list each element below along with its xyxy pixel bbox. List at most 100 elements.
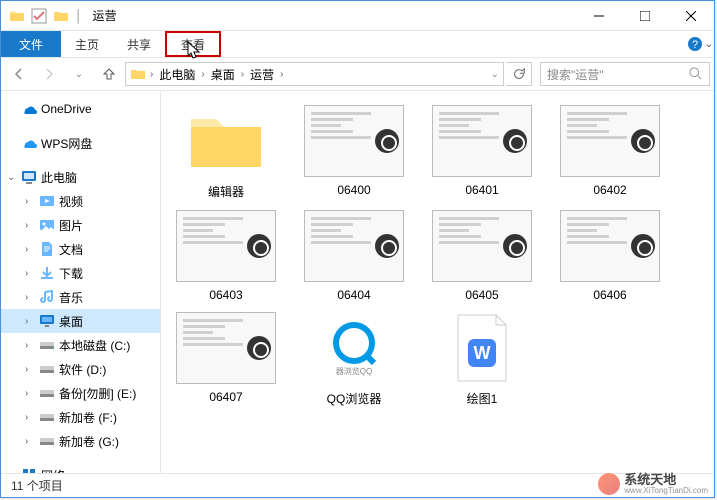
file-item[interactable]: 06402 — [555, 105, 665, 200]
expand-icon[interactable]: › — [25, 388, 35, 399]
breadcrumb-segment[interactable]: 此电脑 — [157, 66, 197, 83]
folder-small-icon — [53, 8, 69, 24]
tab-file[interactable]: 文件 — [1, 31, 61, 57]
navigation-pane[interactable]: OneDrive WPS网盘 ⌄ 此电脑 › 视频 › 图 — [1, 91, 161, 473]
expand-icon[interactable]: › — [7, 470, 17, 474]
app-item[interactable]: 器浏览QQ QQ浏览器 — [299, 312, 409, 407]
folder-icon — [186, 109, 266, 173]
file-item[interactable]: 06406 — [555, 210, 665, 302]
item-label: 06400 — [337, 183, 370, 197]
chevron-right-icon[interactable]: › — [146, 69, 157, 80]
item-label: 06407 — [209, 390, 242, 404]
video-thumbnail — [176, 312, 276, 384]
music-icon — [39, 289, 55, 305]
chevron-down-icon[interactable]: ⌄ — [705, 39, 713, 50]
sidebar-item-downloads[interactable]: › 下载 — [1, 261, 160, 285]
drive-icon — [39, 409, 55, 425]
svg-text:器浏览QQ: 器浏览QQ — [336, 366, 372, 376]
drive-icon — [39, 337, 55, 353]
expand-icon[interactable]: › — [25, 340, 35, 351]
expand-icon[interactable]: › — [25, 220, 35, 231]
play-icon — [247, 336, 271, 360]
tab-share[interactable]: 共享 — [113, 31, 165, 57]
sidebar-item-network[interactable]: › 网络 — [1, 463, 160, 473]
sidebar-label: 软件 (D:) — [59, 361, 106, 378]
expand-icon[interactable]: › — [25, 364, 35, 375]
file-view[interactable]: 编辑器 06400 06401 06402 06403 — [161, 91, 714, 473]
play-icon — [375, 129, 399, 153]
expand-icon[interactable]: › — [25, 268, 35, 279]
recent-button[interactable]: ⌄ — [65, 61, 93, 87]
dropdown-icon[interactable]: ⌄ — [491, 69, 499, 80]
play-icon — [631, 234, 655, 258]
sidebar-item-drive-c[interactable]: › 本地磁盘 (C:) — [1, 333, 160, 357]
expand-icon[interactable]: › — [25, 412, 35, 423]
doc-item[interactable]: W 绘图1 — [427, 312, 537, 407]
chevron-right-icon[interactable]: › — [197, 69, 208, 80]
maximize-button[interactable] — [622, 1, 668, 31]
sidebar-item-drive-d[interactable]: › 软件 (D:) — [1, 357, 160, 381]
play-icon — [503, 234, 527, 258]
sidebar-label: 文档 — [59, 241, 83, 258]
sidebar-item-drive-e[interactable]: › 备份[勿删] (E:) — [1, 381, 160, 405]
file-item[interactable]: 06403 — [171, 210, 281, 302]
breadcrumb[interactable]: › 此电脑 › 桌面 › 运营 › ⌄ — [125, 62, 504, 86]
sidebar-item-onedrive[interactable]: OneDrive — [1, 97, 160, 121]
video-thumbnail — [304, 210, 404, 282]
forward-button[interactable] — [35, 61, 63, 87]
close-button[interactable] — [668, 1, 714, 31]
item-count: 11 个项目 — [11, 477, 63, 494]
sidebar-label: 音乐 — [59, 289, 83, 306]
sidebar-item-drive-g[interactable]: › 新加卷 (G:) — [1, 429, 160, 453]
file-item[interactable]: 06405 — [427, 210, 537, 302]
sidebar-label: 视频 — [59, 193, 83, 210]
network-icon — [21, 467, 37, 473]
folder-item[interactable]: 编辑器 — [171, 105, 281, 200]
sidebar-item-documents[interactable]: › 文档 — [1, 237, 160, 261]
ribbon-tabs: 文件 主页 共享 查看 ? ⌄ — [1, 31, 714, 57]
item-label: 06405 — [465, 288, 498, 302]
collapse-icon[interactable]: ⌄ — [7, 172, 17, 183]
sidebar-label: 网络 — [41, 467, 65, 474]
window-controls — [576, 1, 714, 31]
desktop-icon — [39, 313, 55, 329]
sidebar-label: 图片 — [59, 217, 83, 234]
breadcrumb-segment[interactable]: 运营 — [248, 66, 276, 83]
up-button[interactable] — [95, 61, 123, 87]
expand-icon[interactable]: › — [25, 316, 35, 327]
item-label: 06406 — [593, 288, 626, 302]
breadcrumb-segment[interactable]: 桌面 — [209, 66, 237, 83]
minimize-button[interactable] — [576, 1, 622, 31]
file-item[interactable]: 06400 — [299, 105, 409, 200]
expand-icon[interactable]: › — [25, 436, 35, 447]
chevron-right-icon[interactable]: › — [237, 69, 248, 80]
file-item[interactable]: 06407 — [171, 312, 281, 407]
items-grid: 编辑器 06400 06401 06402 06403 — [171, 105, 704, 407]
expand-icon[interactable]: › — [25, 292, 35, 303]
refresh-button[interactable] — [506, 62, 532, 86]
sidebar-item-thispc[interactable]: ⌄ 此电脑 — [1, 165, 160, 189]
expand-icon[interactable]: › — [25, 244, 35, 255]
qq-browser-icon: 器浏览QQ — [324, 318, 384, 378]
item-label: 编辑器 — [208, 183, 244, 200]
sidebar-label: 本地磁盘 (C:) — [59, 337, 130, 354]
sidebar-item-wps[interactable]: WPS网盘 — [1, 131, 160, 155]
sidebar-item-desktop[interactable]: › 桌面 — [1, 309, 160, 333]
play-icon — [375, 234, 399, 258]
help-icon: ? — [687, 36, 703, 52]
file-item[interactable]: 06404 — [299, 210, 409, 302]
sidebar-item-videos[interactable]: › 视频 — [1, 189, 160, 213]
wps-icon — [21, 135, 37, 151]
back-button[interactable] — [5, 61, 33, 87]
sidebar-item-music[interactable]: › 音乐 — [1, 285, 160, 309]
sidebar-item-drive-f[interactable]: › 新加卷 (F:) — [1, 405, 160, 429]
chevron-right-icon[interactable]: › — [276, 69, 287, 80]
qat-separator: │ — [75, 9, 83, 23]
checkbox-icon[interactable] — [31, 8, 47, 24]
sidebar-item-pictures[interactable]: › 图片 — [1, 213, 160, 237]
search-input[interactable]: 搜索"运营" — [540, 62, 710, 86]
expand-icon[interactable]: › — [25, 196, 35, 207]
help-button[interactable]: ? ⌄ — [686, 31, 714, 57]
tab-home[interactable]: 主页 — [61, 31, 113, 57]
file-item[interactable]: 06401 — [427, 105, 537, 200]
